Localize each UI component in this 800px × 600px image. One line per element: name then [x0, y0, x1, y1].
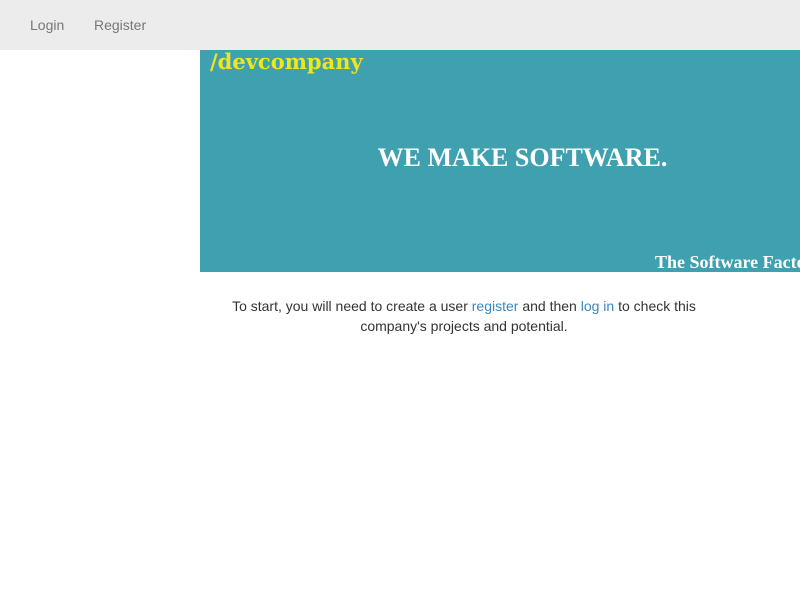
- banner-headline: WE MAKE SOFTWARE.: [377, 143, 668, 172]
- hero-banner-image: /devcompany WE MAKE SOFTWARE. The Softwa…: [200, 50, 800, 272]
- intro-text-start: To start, you will need to create a user: [232, 298, 472, 314]
- intro-login-link[interactable]: log in: [581, 298, 614, 314]
- company-logo: /devcompany: [210, 50, 363, 74]
- intro-paragraph: To start, you will need to create a user…: [200, 296, 728, 336]
- intro-register-link[interactable]: register: [472, 298, 519, 314]
- nav-register-link[interactable]: Register: [94, 17, 146, 33]
- nav-login-link[interactable]: Login: [30, 17, 64, 33]
- top-navbar: Login Register: [0, 0, 800, 50]
- banner-tagline: The Software Factory: [655, 252, 800, 272]
- intro-text-middle: and then: [518, 298, 581, 314]
